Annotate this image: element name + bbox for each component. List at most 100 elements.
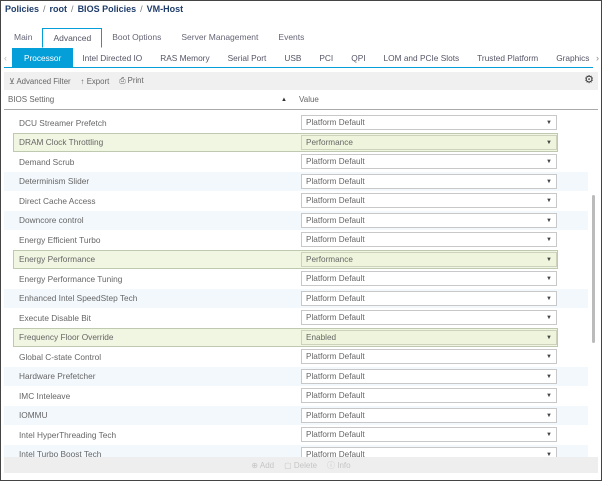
value-text: Platform Default (306, 372, 365, 381)
setting-label: Execute Disable Bit (4, 313, 292, 323)
value-select[interactable]: Platform Default▼ (301, 369, 557, 384)
breadcrumb-policies[interactable]: Policies (5, 4, 39, 14)
subtab-usb[interactable]: USB (275, 48, 310, 68)
value-text: Platform Default (306, 274, 365, 283)
chevron-down-icon: ▼ (546, 391, 552, 400)
breadcrumb-root[interactable]: root (50, 4, 68, 14)
setting-label: Global C-state Control (4, 352, 292, 362)
export-button[interactable]: ↑ Export (81, 77, 110, 86)
chevron-right-icon[interactable]: › (596, 53, 599, 63)
main-tabs: Main Advanced Boot Options Server Manage… (4, 28, 314, 48)
table-header: BIOS Setting ▲ Value (4, 90, 598, 110)
scrollbar-thumb[interactable] (592, 195, 595, 343)
table-row: Downcore control Platform Default ▼ (4, 211, 588, 231)
column-value[interactable]: Value (299, 95, 319, 104)
value-text: Platform Default (306, 391, 365, 400)
setting-label: DRAM Clock Throttling (14, 137, 292, 147)
table-row: Energy Efficient Turbo Platform Default ▼ (4, 230, 588, 250)
table-row: Frequency Floor Override Enabled▼ (13, 328, 558, 348)
value-text: Platform Default (306, 216, 365, 225)
setting-label: Downcore control (4, 215, 292, 225)
subtab-lom-pcie-slots[interactable]: LOM and PCIe Slots (375, 48, 469, 68)
value-select[interactable]: Platform Default ▼ (301, 213, 557, 228)
gear-icon[interactable]: ⚙ (584, 73, 594, 86)
table-row: Direct Cache Access Platform Default ▼ (4, 191, 588, 211)
sub-tabs: ‹ Processor Intel Directed IO RAS Memory… (4, 48, 593, 68)
value-select[interactable]: Platform Default ▼ (301, 193, 557, 208)
setting-label: Hardware Prefetcher (4, 371, 292, 381)
value-select[interactable]: Platform Default ▼ (301, 154, 557, 169)
table-row: Hardware Prefetcher Platform Default▼ (4, 367, 588, 387)
table-row: Determinism SliderPlatform Default▼ (4, 172, 588, 192)
subtab-pci[interactable]: PCI (310, 48, 342, 68)
chevron-down-icon: ▼ (546, 118, 552, 127)
scrollbar[interactable] (592, 113, 596, 459)
value-select[interactable]: Platform Default▼ (301, 408, 557, 423)
chevron-down-icon: ▼ (546, 313, 552, 322)
column-bios-setting[interactable]: BIOS Setting (4, 95, 281, 104)
chevron-down-icon: ▼ (546, 274, 552, 283)
chevron-down-icon: ▼ (546, 430, 552, 439)
tab-server-management[interactable]: Server Management (171, 28, 268, 48)
print-button[interactable]: ⎙ Print (119, 76, 143, 86)
subtab-ras-memory[interactable]: RAS Memory (151, 48, 218, 68)
add-button[interactable]: ⊕ Add (251, 461, 274, 470)
value-select[interactable]: Performance▼ (301, 252, 557, 267)
value-select[interactable]: Platform Default ▼ (301, 232, 557, 247)
chevron-down-icon: ▼ (546, 196, 552, 205)
subtab-intel-directed-io[interactable]: Intel Directed IO (73, 48, 151, 68)
value-text: Platform Default (306, 430, 365, 439)
value-select[interactable]: Performance▼ (301, 135, 557, 150)
value-select[interactable]: Platform Default▼ (301, 349, 557, 364)
settings-table: DCU Streamer Prefetch Platform Default ▼ DR… (4, 113, 588, 464)
value-text: Platform Default (306, 118, 365, 127)
value-text: Platform Default (306, 352, 365, 361)
breadcrumb-vm-host: VM-Host (147, 4, 184, 14)
value-select[interactable]: Platform Default ▼ (301, 427, 557, 442)
value-text: Platform Default (306, 294, 365, 303)
subtab-trusted-platform[interactable]: Trusted Platform (468, 48, 547, 68)
tab-boot-options[interactable]: Boot Options (102, 28, 171, 48)
setting-label: Intel HyperThreading Tech (4, 430, 292, 440)
value-select[interactable]: Platform Default ▼ (301, 115, 557, 130)
setting-label: Energy Efficient Turbo (4, 235, 292, 245)
value-select[interactable]: Platform Default▼ (301, 310, 557, 325)
info-button[interactable]: ⓘ Info (327, 460, 351, 471)
table-row: Global C-state Control Platform Default▼ (4, 347, 588, 367)
chevron-down-icon: ▼ (546, 216, 552, 225)
value-select[interactable]: Platform Default ▼ (301, 271, 557, 286)
subtab-graphics[interactable]: Graphics (547, 48, 593, 68)
toolbar: ⊻ Advanced Filter ↑ Export ⎙ Print ⚙ (4, 72, 598, 90)
value-text: Platform Default (306, 157, 365, 166)
tab-main[interactable]: Main (4, 28, 42, 48)
subtab-processor[interactable]: Processor (12, 48, 73, 68)
breadcrumb-bios-policies[interactable]: BIOS Policies (78, 4, 137, 14)
table-row: Execute Disable Bit Platform Default▼ (4, 308, 588, 328)
tab-events[interactable]: Events (268, 28, 314, 48)
chevron-down-icon: ▼ (546, 157, 552, 166)
value-select[interactable]: Platform Default▼ (301, 291, 557, 306)
value-select[interactable]: Platform Default ▼ (301, 388, 557, 403)
tab-advanced[interactable]: Advanced (42, 28, 102, 48)
subtab-serial-port[interactable]: Serial Port (219, 48, 276, 68)
value-text: Platform Default (306, 196, 365, 205)
subtab-qpi[interactable]: QPI (342, 48, 374, 68)
setting-label: DCU Streamer Prefetch (4, 118, 292, 128)
delete-button[interactable]: ▢ Delete (284, 461, 317, 470)
table-row: Demand ScrubPlatform Default▼ (4, 152, 588, 172)
value-select[interactable]: Enabled▼ (301, 330, 557, 345)
breadcrumb: Policies/root/BIOS Policies/VM-Host (5, 4, 183, 14)
sort-asc-icon[interactable]: ▲ (281, 97, 299, 103)
chevron-down-icon: ▼ (546, 411, 552, 420)
table-row: Intel HyperThreading Tech Platform Defaul… (4, 425, 588, 445)
chevron-left-icon[interactable]: ‹ (4, 53, 12, 63)
setting-label: IOMMU (4, 410, 292, 420)
value-text: Platform Default (306, 235, 365, 244)
setting-label: Direct Cache Access (4, 196, 292, 206)
setting-label: Enhanced Intel SpeedStep Tech (4, 293, 292, 303)
value-text: Performance (306, 255, 353, 264)
value-select[interactable]: Platform Default▼ (301, 174, 557, 189)
advanced-filter-button[interactable]: ⊻ Advanced Filter (9, 77, 71, 86)
chevron-down-icon: ▼ (546, 235, 552, 244)
setting-label: Frequency Floor Override (14, 332, 292, 342)
